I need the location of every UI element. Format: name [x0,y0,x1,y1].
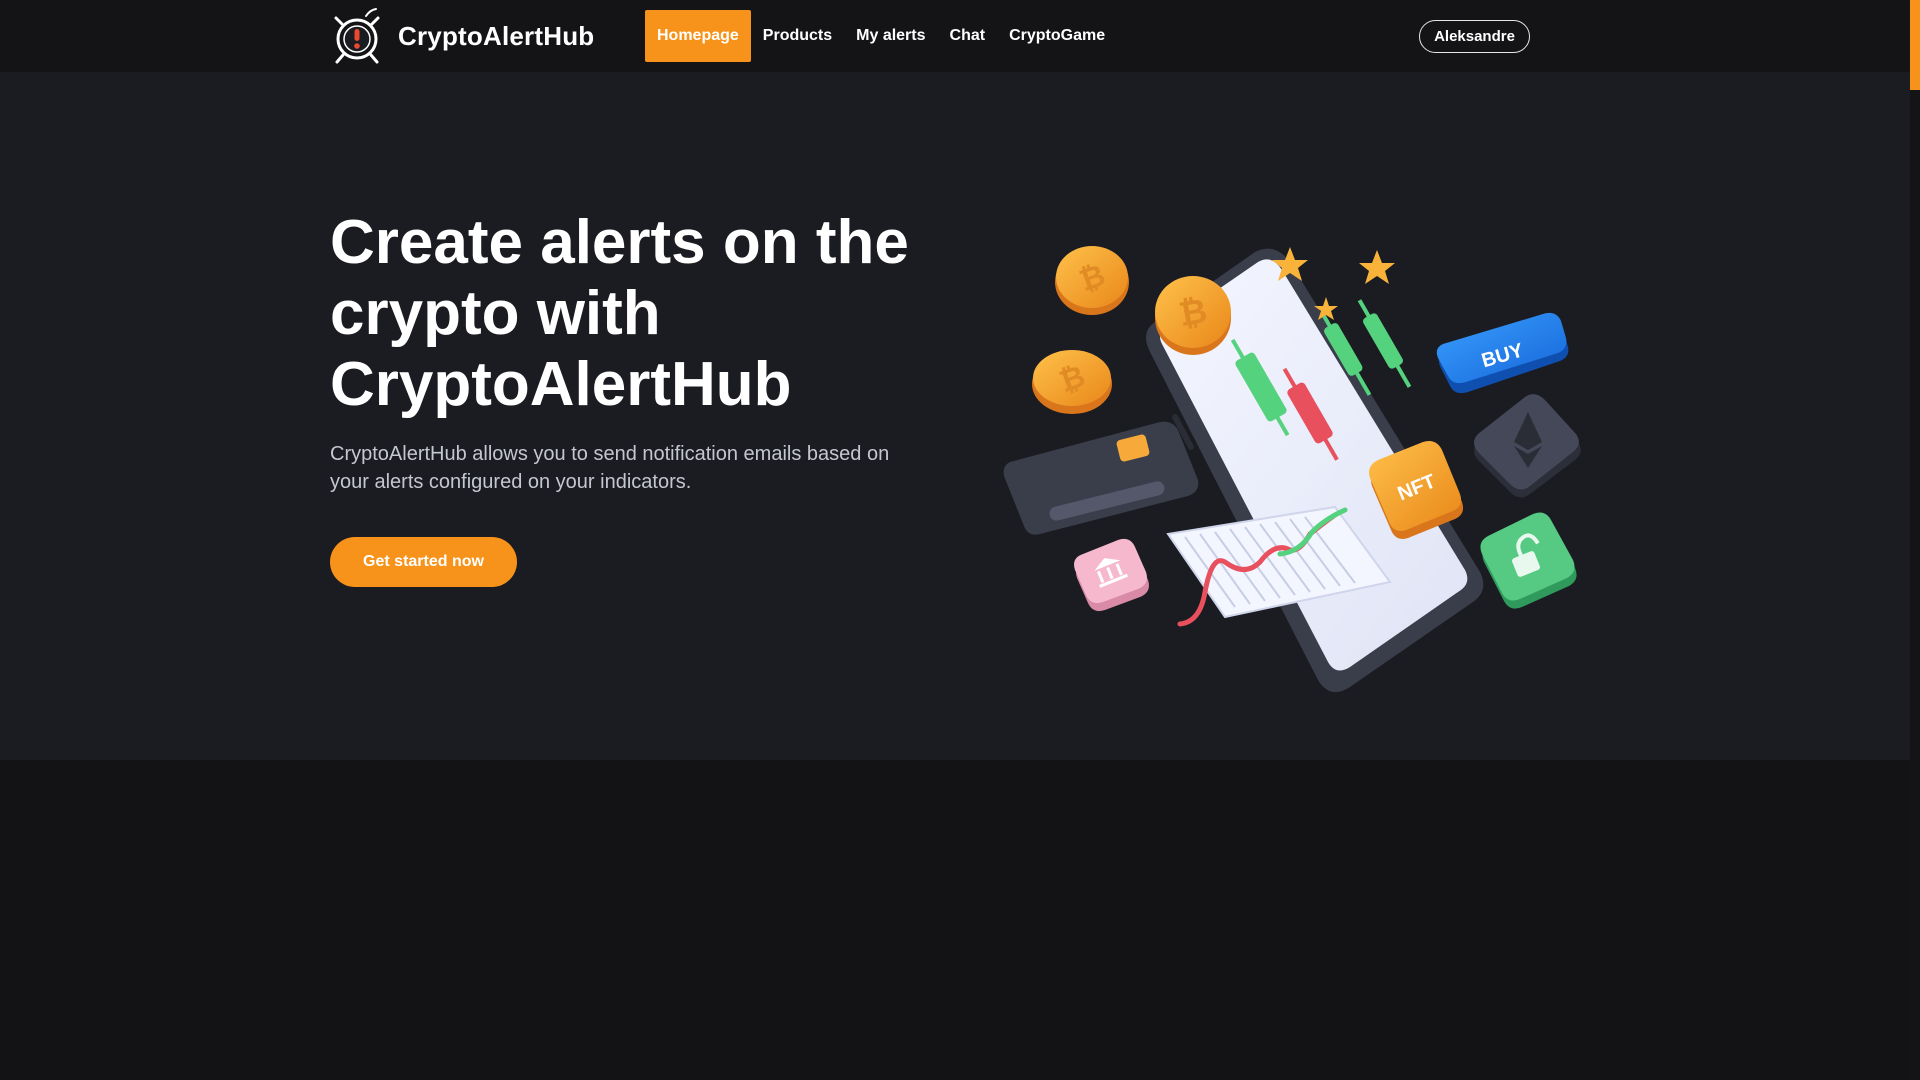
lock-icon [1480,512,1577,609]
nav-item-cryptogame[interactable]: CryptoGame [997,10,1117,62]
brand[interactable]: CryptoAlertHub [330,6,594,66]
hero-description: CryptoAlertHub allows you to send notifi… [330,443,890,493]
nav-item-homepage[interactable]: Homepage [645,10,751,62]
get-started-button[interactable]: Get started now [330,537,517,587]
brand-name: CryptoAlertHub [398,20,595,51]
top-nav-bar: CryptoAlertHub Homepage Products My aler… [0,0,1910,72]
crypto-illustration: ₿ ₿ ₿ BUY NFT [1003,246,1581,693]
buy-tile-icon: BUY [1436,312,1569,394]
ethereum-icon [1474,394,1581,498]
user-account-button[interactable]: Aleksandre [1419,20,1530,53]
credit-card-icon [1003,421,1199,535]
nav-item-my-alerts[interactable]: My alerts [844,10,937,62]
bank-icon [1074,538,1149,612]
nav-item-chat[interactable]: Chat [938,10,998,62]
hero-title: Create alerts on the crypto with CryptoA… [330,208,909,419]
scrollbar-track[interactable] [1910,0,1920,1080]
alarm-clock-logo-icon [334,8,380,64]
scrollbar-thumb[interactable] [1910,0,1920,90]
nav-item-products[interactable]: Products [751,10,844,62]
lower-section [0,760,1910,1080]
main-nav: Homepage Products My alerts Chat CryptoG… [645,10,1117,62]
hero-section: Create alerts on the crypto with CryptoA… [0,72,1910,760]
